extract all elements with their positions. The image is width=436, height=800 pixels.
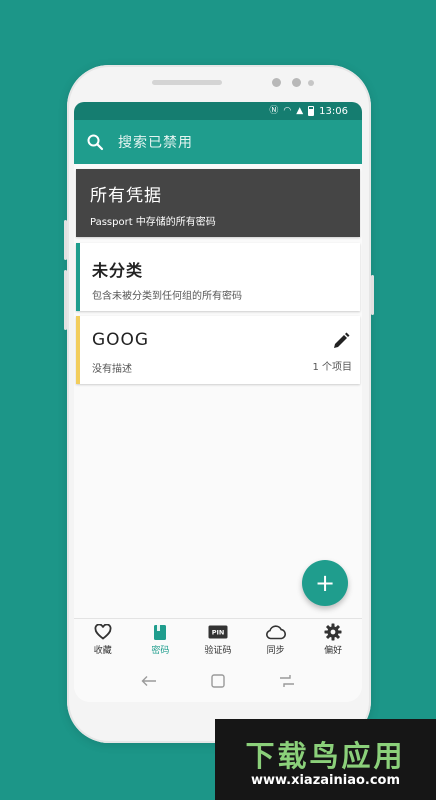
edit-icon[interactable] — [332, 332, 350, 350]
nav-label: 密码 — [151, 646, 170, 656]
group-description: 包含未被分类到任何组的所有密码 — [92, 291, 242, 302]
group-title: 所有凭据 — [90, 186, 162, 206]
watermark: 下载鸟应用 www.xiazainiao.com — [215, 719, 436, 800]
phone-sensor — [292, 78, 301, 87]
status-time: 13:06 — [319, 105, 348, 117]
cloud-icon — [265, 623, 287, 641]
phone-camera — [272, 78, 281, 87]
book-icon — [153, 623, 167, 641]
wifi-icon: ◠ — [283, 106, 292, 116]
battery-icon — [308, 106, 315, 116]
nav-item-passwords[interactable]: 密码 — [132, 623, 188, 656]
phone-bixby-button — [64, 270, 67, 330]
pin-icon: PIN — [208, 623, 228, 641]
watermark-logo: 下载鸟应用 — [245, 739, 406, 773]
group-title: GOOG — [92, 330, 150, 350]
search-icon — [86, 133, 104, 151]
nav-item-preferences[interactable]: 偏好 — [305, 623, 361, 656]
watermark-url: www.xiazainiao.com — [250, 773, 401, 788]
nav-label: 收藏 — [93, 646, 112, 656]
phone-speaker — [152, 80, 222, 85]
gear-icon — [324, 623, 342, 641]
group-description: Passport 中存储的所有密码 — [90, 217, 216, 228]
nfc-icon: Ⓝ — [269, 106, 279, 116]
nav-label: 偏好 — [324, 646, 343, 656]
nav-label: 同步 — [266, 646, 285, 656]
nav-item-sync[interactable]: 同步 — [248, 623, 304, 656]
status-bar: Ⓝ ◠ ▲ 13:06 — [74, 102, 362, 120]
add-group-button[interactable]: + — [302, 560, 348, 606]
heart-icon — [94, 623, 112, 641]
group-card-goog[interactable]: GOOG 没有描述 1 个项目 — [76, 316, 360, 384]
back-icon[interactable] — [137, 671, 161, 691]
bottom-nav: 收藏 密码 PIN 验证码 同步 偏好 — [74, 618, 362, 660]
search-placeholder: 搜索已禁用 — [118, 135, 193, 151]
search-bar[interactable]: 搜索已禁用 — [74, 120, 362, 164]
group-card-uncategorized[interactable]: 未分类 包含未被分类到任何组的所有密码 — [76, 243, 360, 311]
group-card-all[interactable]: 所有凭据 Passport 中存储的所有密码 — [76, 169, 360, 237]
home-icon[interactable] — [206, 671, 230, 691]
group-description: 没有描述 — [92, 364, 132, 375]
system-nav-bar — [74, 660, 362, 702]
phone-volume-button — [64, 220, 67, 260]
group-item-count: 1 个项目 — [312, 362, 352, 373]
svg-text:PIN: PIN — [212, 629, 225, 637]
phone-sensor-small — [308, 80, 314, 86]
app-screen: Ⓝ ◠ ▲ 13:06 搜索已禁用 所有凭据 Passport 中存储的所有密码… — [74, 102, 362, 702]
nav-item-favorites[interactable]: 收藏 — [75, 623, 131, 656]
recents-icon[interactable] — [275, 671, 299, 691]
signal-icon: ▲ — [296, 106, 304, 116]
group-title: 未分类 — [92, 261, 144, 280]
phone-power-button — [371, 275, 374, 315]
nav-label: 验证码 — [204, 646, 232, 656]
nav-item-codes[interactable]: PIN 验证码 — [190, 623, 246, 656]
